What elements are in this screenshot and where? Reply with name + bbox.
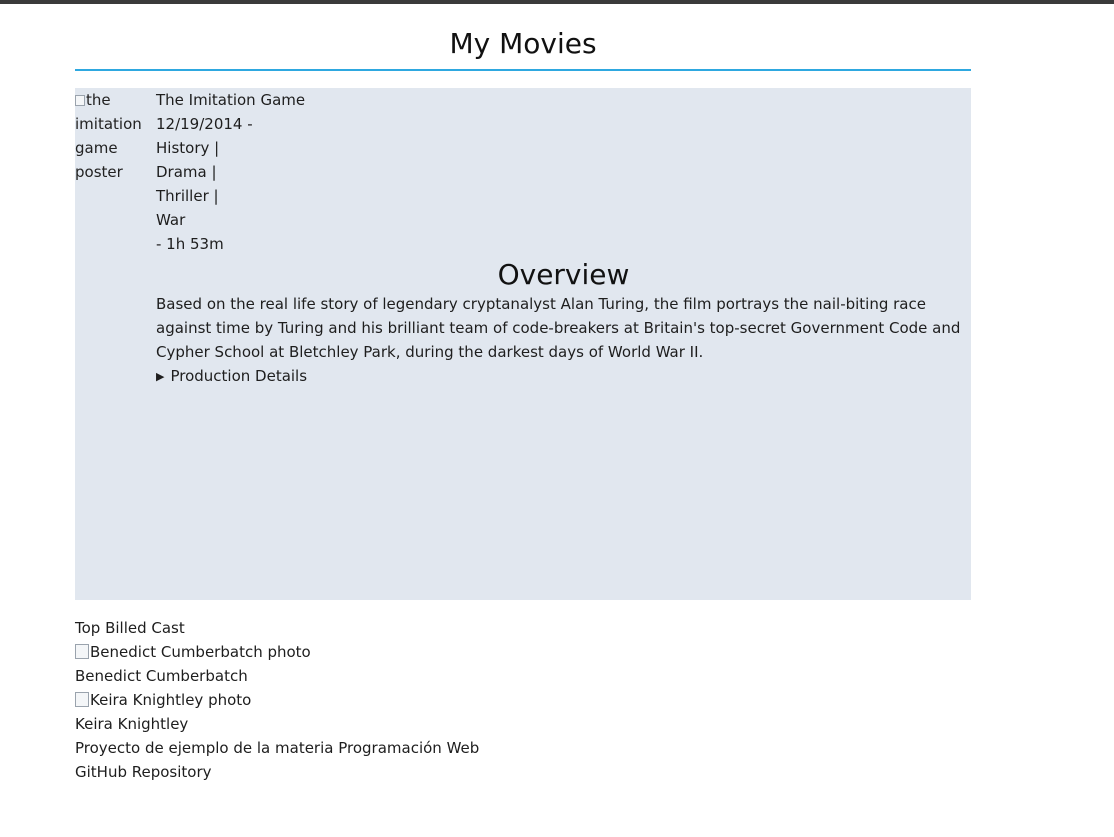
runtime: - 1h 53m — [156, 235, 224, 253]
broken-image-icon — [75, 692, 89, 707]
overview-text: Based on the real life story of legendar… — [156, 295, 961, 361]
release-date: 12/19/2014 - — [156, 115, 253, 133]
disclosure-triangle-icon: ▶ — [156, 370, 165, 383]
genre-war: War — [156, 211, 186, 229]
broken-image-icon — [75, 644, 89, 659]
cast-photo-keira: Keira Knightley photo — [75, 688, 775, 712]
genre-drama: Drama | — [156, 163, 217, 181]
production-details-label: Production Details — [170, 367, 308, 385]
poster-alt-line-3: game — [75, 139, 118, 157]
footer-note: Proyecto de ejemplo de la materia Progra… — [75, 739, 480, 757]
movie-card: the imitation game poster The Imitation … — [75, 88, 971, 600]
poster-alt-line-2: imitation — [75, 115, 142, 133]
genre-history: History | — [156, 139, 220, 157]
cast-photo-benedict: Benedict Cumberbatch photo — [75, 640, 775, 664]
movie-info: The Imitation Game 12/19/2014 - History … — [156, 88, 971, 390]
movie-title: The Imitation Game — [156, 91, 306, 109]
cast-name-keira: Keira Knightley — [75, 715, 189, 733]
poster-alt-line-4: poster — [75, 163, 123, 181]
page-title: My Movies — [75, 4, 971, 71]
page: My Movies the imitation game poster The … — [75, 4, 971, 600]
cast-and-footer: Top Billed Cast Benedict Cumberbatch pho… — [75, 616, 775, 784]
cast-heading: Top Billed Cast — [75, 619, 185, 637]
poster-alt-line-1: the — [75, 88, 141, 112]
genre-thriller: Thriller | — [156, 187, 219, 205]
overview-heading: Overview — [497, 258, 630, 291]
cast-name-benedict: Benedict Cumberbatch — [75, 667, 248, 685]
production-details-toggle[interactable]: ▶ Production Details — [156, 364, 971, 390]
movie-poster: the imitation game poster — [75, 88, 142, 184]
github-repository-link[interactable]: GitHub Repository — [75, 763, 212, 781]
broken-image-icon — [75, 95, 85, 106]
